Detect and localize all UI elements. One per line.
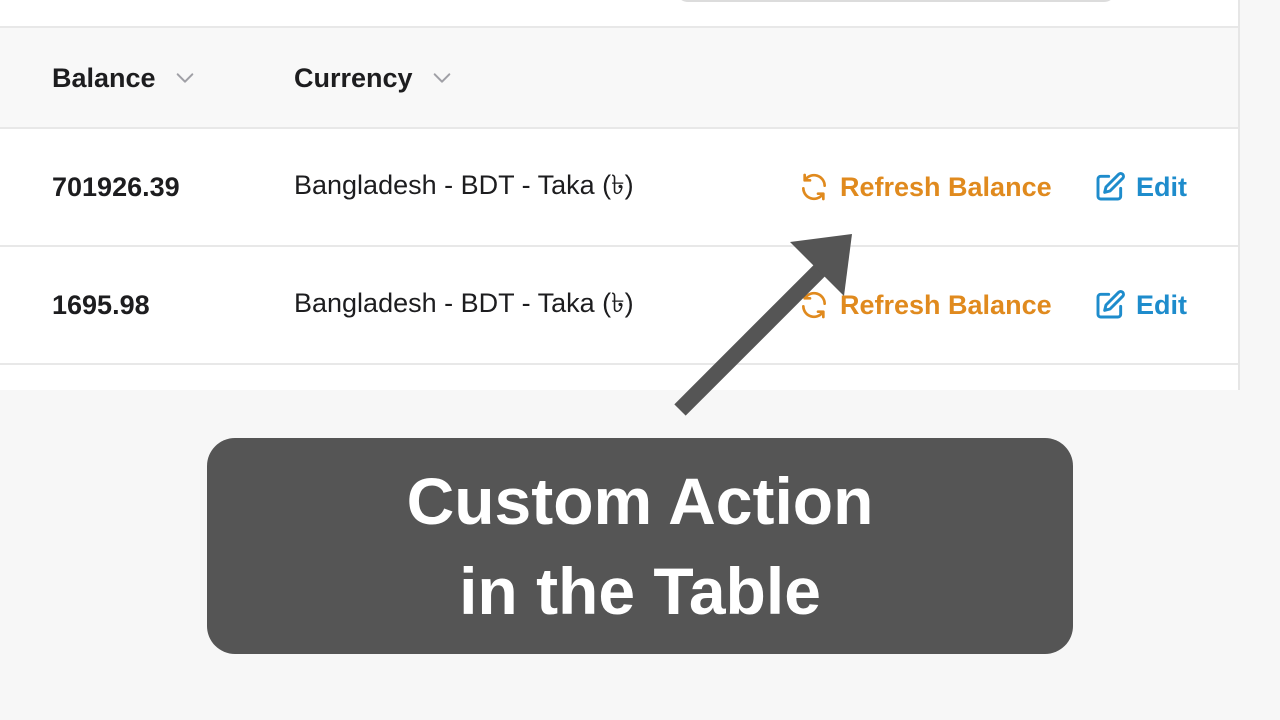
table-screenshot: Balance Currency 701926.39 Bangladesh - … (0, 0, 1240, 390)
edit-icon (1096, 290, 1125, 319)
caption-box: Custom Action in the Table (207, 438, 1073, 654)
edit-label: Edit (1136, 171, 1187, 202)
column-header-balance[interactable]: Balance (52, 28, 196, 128)
caption-line-1: Custom Action (406, 464, 874, 538)
arrow-icon (674, 234, 852, 416)
column-label: Currency (294, 62, 413, 93)
currency-cell: Bangladesh - BDT - Taka (৳) (294, 287, 634, 318)
chevron-down-icon[interactable] (174, 67, 196, 89)
table-row (0, 365, 1238, 390)
edit-label: Edit (1136, 289, 1187, 320)
table-row: 701926.39 Bangladesh - BDT - Taka (৳) Re… (0, 129, 1238, 247)
balance-cell: 1695.98 (52, 289, 150, 320)
refresh-balance-label: Refresh Balance (840, 171, 1052, 202)
top-bar (0, 0, 1238, 28)
caption-line-2: in the Table (459, 554, 821, 628)
refresh-icon (802, 173, 826, 201)
edit-icon (1096, 172, 1125, 201)
search-input[interactable] (676, 0, 1116, 2)
currency-cell: Bangladesh - BDT - Taka (৳) (294, 169, 634, 200)
chevron-down-icon[interactable] (431, 67, 453, 89)
balance-cell: 701926.39 (52, 171, 180, 202)
stage: Balance Currency 701926.39 Bangladesh - … (0, 0, 1280, 720)
column-header-currency[interactable]: Currency (294, 28, 453, 128)
edit-button[interactable]: Edit (1094, 247, 1187, 363)
table-header: Balance Currency (0, 28, 1238, 129)
column-label: Balance (52, 62, 156, 93)
table-row: 1695.98 Bangladesh - BDT - Taka (৳) Refr… (0, 247, 1238, 365)
edit-button[interactable]: Edit (1094, 129, 1187, 245)
